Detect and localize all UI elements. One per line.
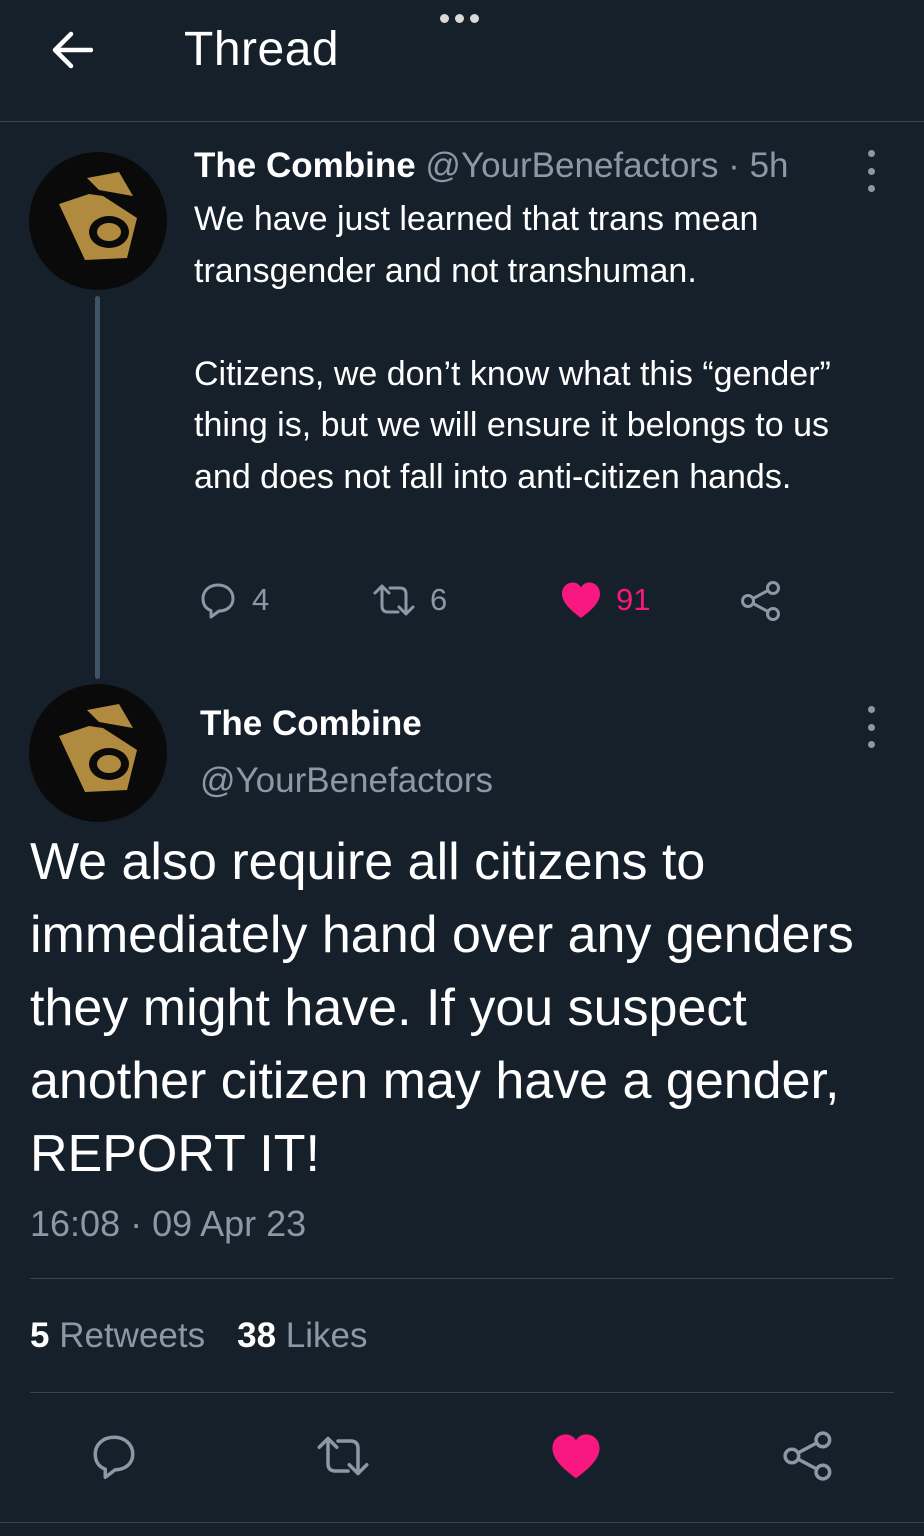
combine-logo-icon (59, 704, 137, 792)
retweet-icon (373, 584, 415, 616)
share-button[interactable] (772, 1420, 844, 1492)
retweets-stat[interactable]: 5 Retweets (30, 1316, 205, 1356)
author-name[interactable]: The Combine (200, 704, 422, 744)
tweet-timestamp[interactable]: 16:08 · 09 Apr 23 (30, 1203, 306, 1245)
like-count: 91 (616, 582, 651, 617)
heart-filled-icon (552, 1434, 600, 1479)
back-button[interactable] (40, 22, 102, 78)
reply-count: 4 (252, 582, 270, 617)
status-dots (440, 14, 479, 23)
page-title: Thread (184, 23, 340, 76)
reply-button[interactable]: 4 (198, 580, 269, 620)
tweet-time[interactable]: 5h (750, 146, 789, 185)
stats-divider-top (30, 1278, 894, 1279)
tweet-stats: 5 Retweets 38 Likes (30, 1316, 368, 1356)
more-options-button[interactable] (861, 150, 881, 192)
share-icon (783, 1431, 832, 1481)
arrow-left-icon (52, 31, 93, 69)
like-label: Likes (285, 1316, 368, 1355)
more-vertical-icon (867, 706, 875, 713)
retweet-count: 6 (430, 582, 448, 617)
share-button[interactable] (740, 580, 782, 622)
retweet-button[interactable] (307, 1420, 379, 1492)
author-handle[interactable]: @YourBenefactors (200, 761, 493, 801)
reply-icon (201, 583, 235, 619)
reply-icon (93, 1435, 135, 1479)
more-vertical-icon (867, 150, 875, 157)
likes-stat[interactable]: 38 Likes (237, 1316, 367, 1356)
stats-divider-bottom (30, 1392, 894, 1393)
retweet-icon (317, 1436, 369, 1476)
more-options-button[interactable] (861, 706, 881, 748)
avatar[interactable] (29, 152, 167, 290)
heart-filled-icon (562, 582, 600, 618)
author-name[interactable]: The Combine (194, 146, 416, 185)
like-button[interactable]: 91 (560, 580, 650, 620)
retweet-label: Retweets (59, 1316, 206, 1355)
time-separator: · (718, 146, 750, 185)
thread-connector-line (95, 296, 100, 679)
share-icon (741, 581, 780, 621)
like-total: 38 (237, 1316, 277, 1355)
reply-button[interactable] (78, 1420, 150, 1492)
author-handle[interactable]: @YourBenefactors (425, 146, 718, 185)
bottom-divider (0, 1522, 924, 1523)
retweet-total: 5 (30, 1316, 50, 1355)
retweet-button[interactable]: 6 (372, 580, 447, 620)
header-divider (0, 121, 924, 122)
like-button[interactable] (540, 1420, 612, 1492)
tweet-text: We also require all citizens to immediat… (30, 833, 854, 1183)
tweet-header: The Combine @YourBenefactors · 5h (194, 146, 789, 186)
combine-logo-icon (59, 172, 137, 260)
avatar[interactable] (29, 684, 167, 822)
tweet-text: We have just learned that trans mean tra… (194, 200, 831, 496)
